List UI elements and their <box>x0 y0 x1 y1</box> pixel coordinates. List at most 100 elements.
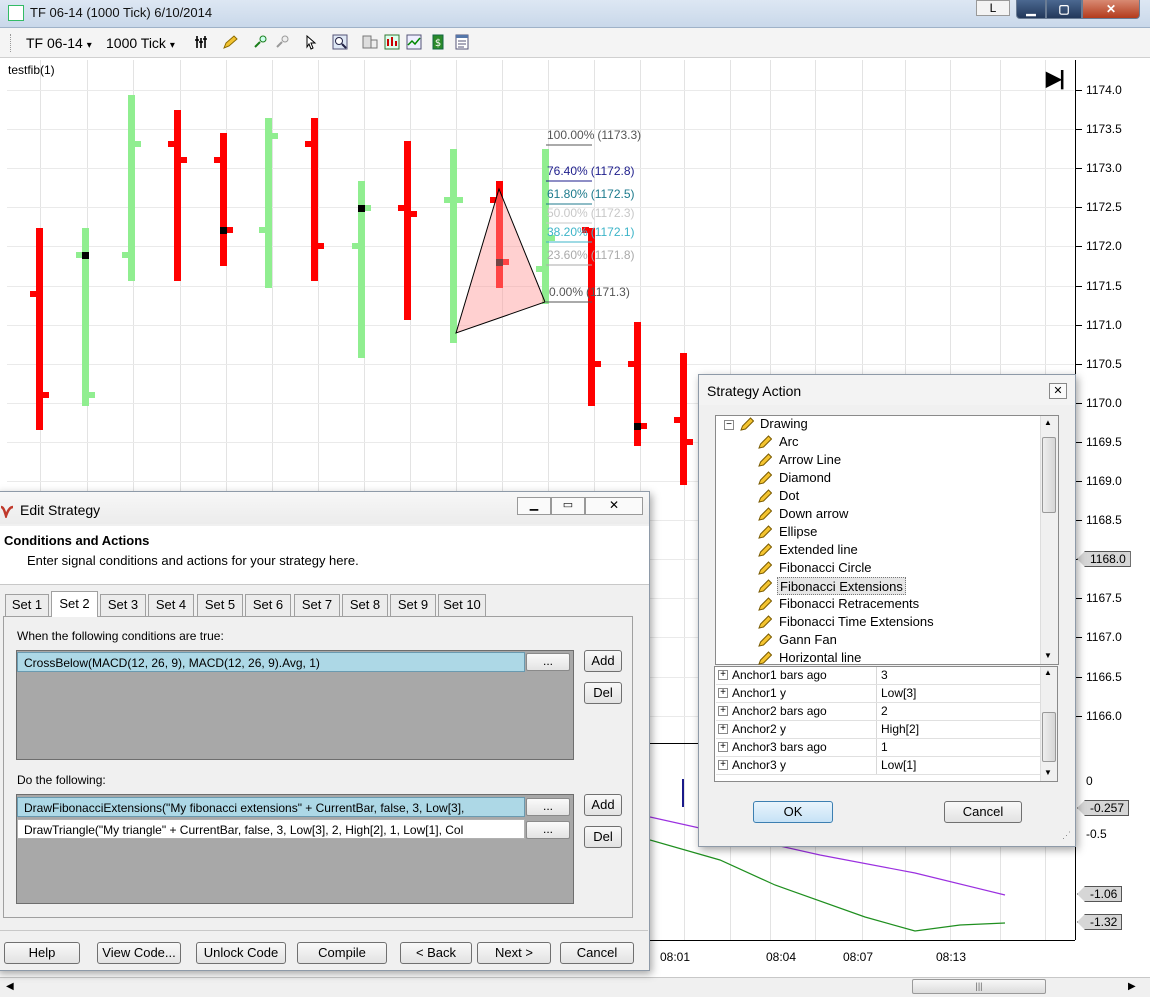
actions-del-button[interactable]: Del <box>584 826 622 848</box>
price-tick <box>1076 598 1082 600</box>
tree-item[interactable]: Fibonacci Extensions <box>777 577 906 595</box>
tree-item[interactable]: Arc <box>777 433 801 451</box>
conditions-add-button[interactable]: Add <box>584 650 622 672</box>
condition-row[interactable]: CrossBelow(MACD(12, 26, 9), MACD(12, 26,… <box>17 652 525 672</box>
fib-level-pct: 61.80% <box>547 187 588 201</box>
strategy-action-close-button[interactable]: ✕ <box>1049 383 1067 399</box>
condition-ellipsis-button[interactable]: ... <box>526 653 570 671</box>
grid-scroll-down-icon[interactable]: ▼ <box>1044 768 1052 777</box>
ok-button[interactable]: OK <box>753 801 833 823</box>
tree-item[interactable]: Down arrow <box>777 505 850 523</box>
fib-level-pct: 76.40% <box>547 164 588 178</box>
price-bar <box>404 141 411 320</box>
time-axis-line <box>650 940 1075 941</box>
tree-scroll-down-icon[interactable]: ▼ <box>1044 651 1052 660</box>
property-row[interactable]: + Anchor1 bars ago 3 <box>716 667 1040 685</box>
strategy-action-cancel-button[interactable]: Cancel <box>944 801 1022 823</box>
tree-collapse-icon[interactable]: − <box>724 420 734 430</box>
indicator-tag-1: -0.257 <box>1077 800 1130 816</box>
pencil-icon <box>758 525 772 539</box>
action-ellipsis-button[interactable]: ... <box>526 798 570 816</box>
bar-open-tick <box>352 243 359 249</box>
triangle-drawing[interactable] <box>455 187 546 334</box>
indicator-neg-half-label: -0.5 <box>1086 827 1107 841</box>
expand-icon[interactable]: + <box>718 724 728 734</box>
property-value[interactable]: 3 <box>881 667 888 684</box>
property-name: Anchor1 bars ago <box>732 668 827 682</box>
tab-set-1[interactable]: Set 1 <box>5 594 49 616</box>
tree-item[interactable]: Dot <box>777 487 801 505</box>
edit-maximize-button[interactable]: ▭ <box>551 497 585 515</box>
fib-level-price: (1171.3) <box>586 285 630 299</box>
scrollbar-thumb[interactable]: ||| <box>912 979 1046 994</box>
tree-item[interactable]: Fibonacci Time Extensions <box>777 613 936 631</box>
edit-close-button[interactable]: ✕ <box>585 497 643 515</box>
tab-set-4[interactable]: Set 4 <box>148 594 194 616</box>
property-value[interactable]: 1 <box>881 739 888 756</box>
tab-set-10[interactable]: Set 10 <box>438 594 486 616</box>
footer-button-compile[interactable]: Compile <box>297 942 387 964</box>
expand-icon[interactable]: + <box>718 706 728 716</box>
property-grid-scrollbar-thumb[interactable] <box>1042 712 1056 762</box>
tree-item[interactable]: Horizontal line <box>777 649 863 667</box>
expand-icon[interactable]: + <box>718 688 728 698</box>
property-value[interactable]: 2 <box>881 703 888 720</box>
fib-level-label: 38.20% (1172.1) <box>547 225 635 239</box>
expand-icon[interactable]: + <box>718 760 728 770</box>
bar-open-tick <box>628 361 635 367</box>
footer-button-unlock-code[interactable]: Unlock Code <box>196 942 286 964</box>
tree-item[interactable]: Ellipse <box>777 523 819 541</box>
close-button[interactable]: ✕ <box>1082 0 1140 19</box>
bar-close-tick <box>364 205 371 211</box>
conditions-del-button[interactable]: Del <box>584 682 622 704</box>
footer-button-view-code[interactable]: View Code... <box>97 942 181 964</box>
price-bar <box>174 110 181 281</box>
tree-item[interactable]: Fibonacci Circle <box>777 559 873 577</box>
footer-button-back[interactable]: < Back <box>400 942 472 964</box>
fib-level-pct: 100.00% <box>547 128 595 142</box>
tree-item[interactable]: Arrow Line <box>777 451 843 469</box>
property-row[interactable]: + Anchor1 y Low[3] <box>716 685 1040 703</box>
expand-icon[interactable]: + <box>718 670 728 680</box>
tree-item[interactable]: Diamond <box>777 469 833 487</box>
price-bar <box>36 228 43 430</box>
property-value[interactable]: Low[3] <box>881 685 916 702</box>
tree-item[interactable]: Fibonacci Retracements <box>777 595 921 613</box>
scroll-right-icon[interactable]: ▶ <box>1128 981 1136 992</box>
tree-root-drawing[interactable]: Drawing <box>760 415 808 433</box>
action-ellipsis-button[interactable]: ... <box>526 821 570 839</box>
tab-set-6[interactable]: Set 6 <box>245 594 291 616</box>
tree-scroll-up-icon[interactable]: ▲ <box>1044 418 1052 427</box>
property-row[interactable]: + Anchor2 y High[2] <box>716 721 1040 739</box>
expand-icon[interactable]: + <box>718 742 728 752</box>
tab-set-2[interactable]: Set 2 <box>51 591 98 617</box>
property-row[interactable]: + Anchor3 bars ago 1 <box>716 739 1040 757</box>
edit-minimize-button[interactable]: ▁ <box>517 497 551 515</box>
tree-item[interactable]: Extended line <box>777 541 860 559</box>
property-row[interactable]: + Anchor3 y Low[1] <box>716 757 1040 775</box>
tree-item[interactable]: Gann Fan <box>777 631 839 649</box>
indicator-tag-3: -1.32 <box>1077 914 1123 930</box>
signal-dot <box>82 252 89 259</box>
footer-button-next[interactable]: Next > <box>477 942 551 964</box>
conditions-label: When the following conditions are true: <box>17 629 224 643</box>
property-value[interactable]: High[2] <box>881 721 919 738</box>
tab-set-7[interactable]: Set 7 <box>294 594 340 616</box>
tab-set-3[interactable]: Set 3 <box>100 594 146 616</box>
property-row[interactable]: + Anchor2 bars ago 2 <box>716 703 1040 721</box>
actions-add-button[interactable]: Add <box>584 794 622 816</box>
tree-scrollbar-thumb[interactable] <box>1042 437 1056 513</box>
action-row[interactable]: DrawFibonacciExtensions("My fibonacci ex… <box>17 797 525 817</box>
scroll-left-icon[interactable]: ◀ <box>6 981 14 992</box>
action-row[interactable]: DrawTriangle("My triangle" + CurrentBar,… <box>17 819 525 839</box>
property-name: Anchor2 y <box>732 722 787 736</box>
resize-grip-icon[interactable]: ⋰ <box>1062 830 1071 841</box>
grid-scroll-up-icon[interactable]: ▲ <box>1044 668 1052 677</box>
tab-set-5[interactable]: Set 5 <box>197 594 243 616</box>
footer-button-cancel[interactable]: Cancel <box>560 942 634 964</box>
tab-set-9[interactable]: Set 9 <box>390 594 436 616</box>
tab-set-8[interactable]: Set 8 <box>342 594 388 616</box>
property-value[interactable]: Low[1] <box>881 757 916 774</box>
footer-button-help[interactable]: Help <box>4 942 80 964</box>
pencil-icon <box>740 417 754 431</box>
